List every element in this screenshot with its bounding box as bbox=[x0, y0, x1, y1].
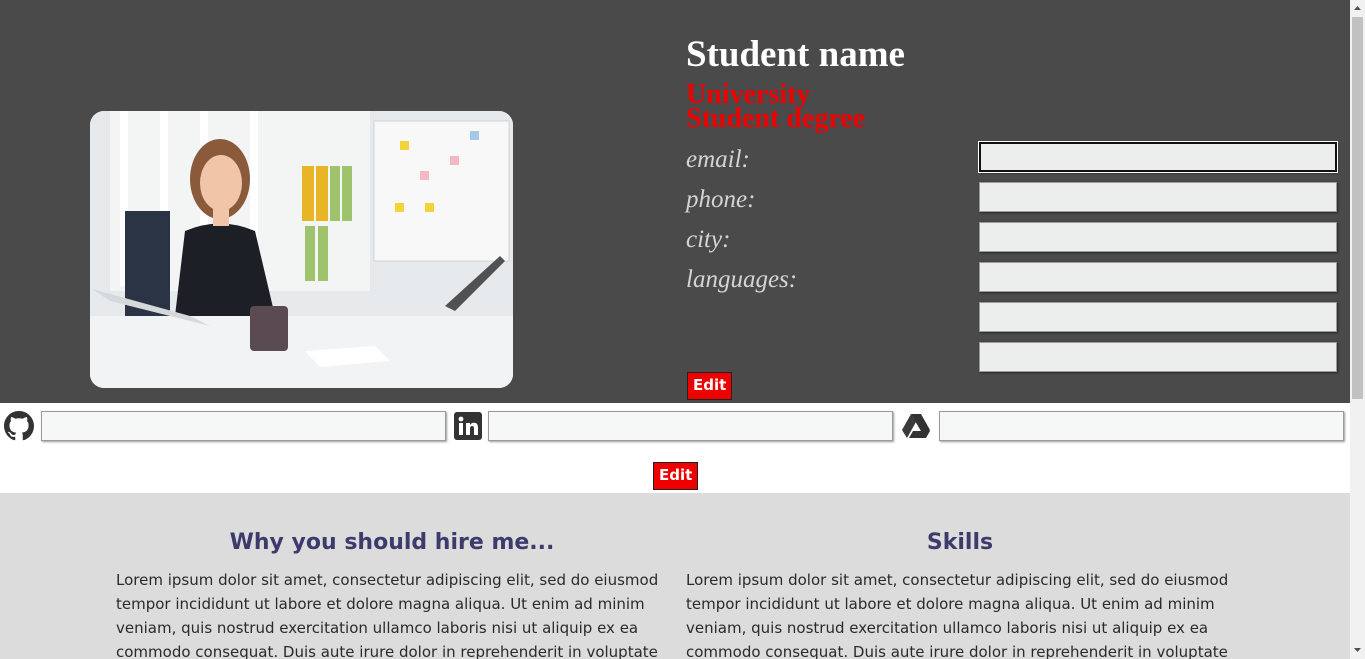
email-label: email: bbox=[686, 146, 750, 173]
hire-me-heading: Why you should hire me... bbox=[229, 530, 555, 555]
languages-field[interactable] bbox=[979, 262, 1337, 292]
student-name: Student name bbox=[686, 34, 905, 75]
github-icon[interactable] bbox=[4, 411, 34, 441]
edit-profile-button[interactable]: Edit bbox=[687, 372, 733, 400]
student-degree: Student degree bbox=[686, 103, 866, 134]
linkedin-icon[interactable] bbox=[453, 411, 483, 441]
student-photo bbox=[90, 111, 513, 388]
scroll-up-icon[interactable] bbox=[1352, 3, 1363, 13]
github-field[interactable] bbox=[41, 411, 446, 441]
languages-field-3[interactable] bbox=[979, 342, 1337, 372]
skills-text: Lorem ipsum dolor sit amet, consectetur … bbox=[686, 571, 1229, 659]
email-field[interactable] bbox=[978, 141, 1338, 173]
skills-heading: Skills bbox=[926, 530, 994, 555]
profile-header: Student name University Student degree e… bbox=[0, 0, 1350, 403]
edit-social-button[interactable]: Edit bbox=[653, 462, 699, 490]
about-section: Why you should hire me... Lorem ipsum do… bbox=[0, 493, 1350, 659]
languages-label: languages: bbox=[686, 266, 798, 293]
languages-field-2[interactable] bbox=[979, 302, 1337, 332]
hire-me-text: Lorem ipsum dolor sit amet, consectetur … bbox=[116, 571, 659, 659]
google-drive-field[interactable] bbox=[939, 411, 1344, 441]
phone-field[interactable] bbox=[979, 182, 1337, 212]
google-drive-icon[interactable] bbox=[901, 411, 931, 441]
scroll-down-icon[interactable] bbox=[1352, 645, 1363, 655]
phone-label: phone: bbox=[686, 186, 756, 213]
scrollbar-thumb[interactable] bbox=[1352, 17, 1363, 399]
linkedin-field[interactable] bbox=[488, 411, 893, 441]
city-field[interactable] bbox=[979, 222, 1337, 252]
city-label: city: bbox=[686, 226, 731, 253]
